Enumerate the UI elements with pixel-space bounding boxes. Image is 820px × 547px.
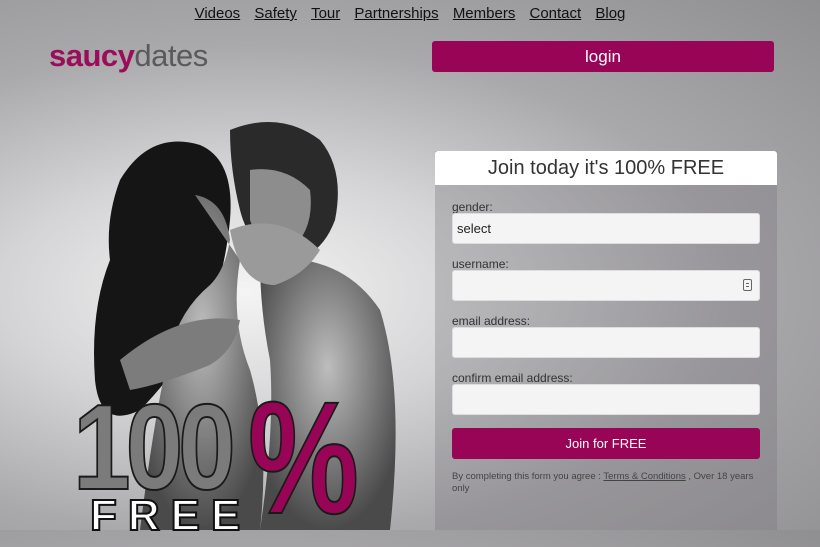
nav-link-contact[interactable]: Contact: [530, 5, 582, 22]
nav-link-videos[interactable]: Videos: [195, 5, 241, 22]
hero-100-text: 100: [72, 379, 237, 515]
hero-percent-text: %: [247, 368, 360, 547]
signup-form-title: Join today it's 100% FREE: [435, 151, 777, 185]
login-button[interactable]: login: [432, 41, 774, 72]
terms-prefix: By completing this form you agree :: [452, 471, 601, 482]
logo-part-saucy: saucy: [49, 38, 135, 73]
nav-link-safety[interactable]: Safety: [254, 5, 297, 22]
signup-form: Join today it's 100% FREE gender: select…: [435, 151, 777, 530]
nav-link-members[interactable]: Members: [453, 5, 516, 22]
username-input[interactable]: [452, 270, 760, 301]
terms-notice: By completing this form you agree : Term…: [452, 471, 762, 495]
email-input[interactable]: [452, 327, 760, 358]
join-button[interactable]: Join for FREE: [452, 428, 760, 459]
hero-free-text: FREE: [89, 491, 252, 540]
nav-link-blog[interactable]: Blog: [595, 5, 625, 22]
email-label: email address:: [452, 314, 531, 328]
logo-part-dates: dates: [134, 38, 208, 73]
top-nav: Videos Safety Tour Partnerships Members …: [0, 5, 820, 22]
confirm-email-input[interactable]: [452, 384, 760, 415]
nav-link-tour[interactable]: Tour: [311, 5, 340, 22]
gender-label: gender:: [452, 200, 493, 214]
site-logo[interactable]: saucydates: [49, 38, 208, 74]
nav-link-partnerships[interactable]: Partnerships: [354, 5, 438, 22]
contact-card-icon[interactable]: [743, 279, 752, 291]
gender-select[interactable]: select: [452, 213, 760, 244]
terms-link[interactable]: Terms & Conditions: [603, 471, 685, 482]
confirm-email-label: confirm email address:: [452, 371, 573, 385]
username-label: username:: [452, 257, 509, 271]
